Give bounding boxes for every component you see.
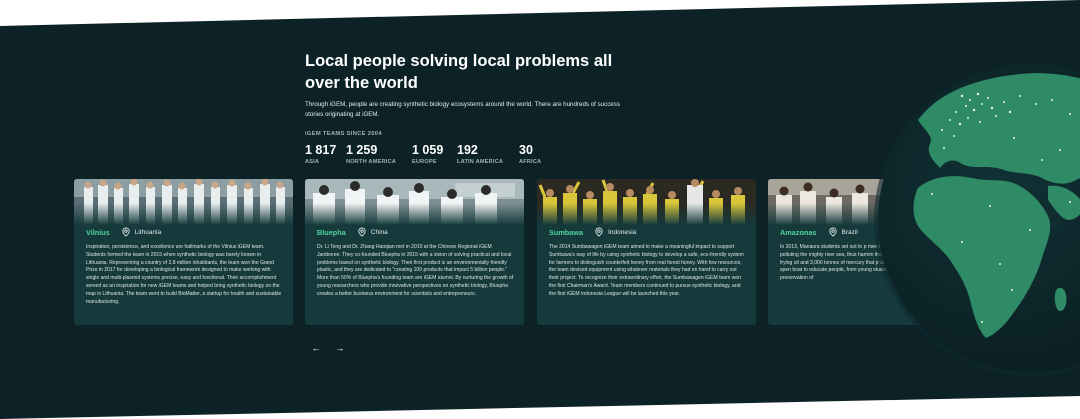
stat-region: AFRICA bbox=[519, 159, 542, 165]
stats-label: iGEM TEAMS SINCE 2004 bbox=[305, 131, 382, 137]
previous-arrow-button[interactable]: ← bbox=[310, 342, 322, 354]
stat-region: NORTH AMERICA bbox=[346, 159, 396, 165]
stat-latin-america: 192 LATIN AMERICA bbox=[457, 143, 519, 165]
stat-value: 1 259 bbox=[346, 143, 378, 157]
team-name: Bluepha bbox=[317, 227, 346, 237]
stat-region: ASIA bbox=[305, 159, 320, 165]
stat-value: 192 bbox=[457, 143, 478, 157]
team-photo bbox=[537, 179, 756, 225]
location-pin-icon bbox=[358, 227, 366, 237]
stat-value: 1 817 bbox=[305, 143, 337, 157]
section-intro: Through iGEM, people are creating synthe… bbox=[305, 101, 620, 118]
stat-asia: 1 817 ASIA bbox=[305, 143, 346, 165]
stat-value: 30 bbox=[519, 143, 533, 157]
stat-value: 1 059 bbox=[412, 143, 444, 157]
story-text: Inspiration, persistence, and excellence… bbox=[86, 244, 282, 305]
team-photo bbox=[74, 179, 293, 225]
stat-africa: 30 AFRICA bbox=[519, 143, 559, 165]
stat-region: LATIN AMERICA bbox=[457, 159, 504, 165]
team-name: Amazonas bbox=[780, 227, 817, 237]
team-name: Vilnius bbox=[86, 227, 110, 237]
location-pin-icon bbox=[595, 227, 603, 237]
stories-section: Local people solving local problems all … bbox=[0, 0, 1080, 419]
team-country: Lithuania bbox=[134, 228, 162, 236]
story-card-sumbawa[interactable]: Sumbawa Indonesia The 2014 Sumbawagen iG… bbox=[537, 179, 756, 325]
section-headline: Local people solving local problems all … bbox=[305, 52, 613, 92]
team-country: Indonesia bbox=[608, 228, 637, 236]
location-pin-icon bbox=[122, 227, 130, 237]
team-stats: 1 817 ASIA 1 259 NORTH AMERICA 1 059 EUR… bbox=[305, 143, 559, 165]
story-text: Dr. Li Teng and Dr. Zhang Haoqian met in… bbox=[317, 244, 514, 297]
next-arrow-button[interactable]: → bbox=[334, 342, 346, 354]
team-name: Sumbawa bbox=[549, 227, 584, 237]
stat-region: EUROPE bbox=[412, 159, 437, 165]
story-card-vilnius[interactable]: Vilnius Lithuania Inspiration, persisten… bbox=[74, 179, 293, 325]
team-photo bbox=[305, 179, 524, 225]
globe-illustration bbox=[874, 64, 1080, 376]
location-pin-icon bbox=[828, 227, 837, 237]
stat-north-america: 1 259 NORTH AMERICA bbox=[346, 143, 412, 165]
team-country: Brazil bbox=[841, 228, 858, 236]
story-text: The 2014 Sumbawagen iGEM team aimed to m… bbox=[549, 244, 744, 297]
stat-europe: 1 059 EUROPE bbox=[412, 143, 457, 165]
team-country: China bbox=[370, 228, 388, 236]
story-card-bluepha[interactable]: Bluepha China Dr. Li Teng and Dr. Zhang … bbox=[305, 179, 524, 325]
